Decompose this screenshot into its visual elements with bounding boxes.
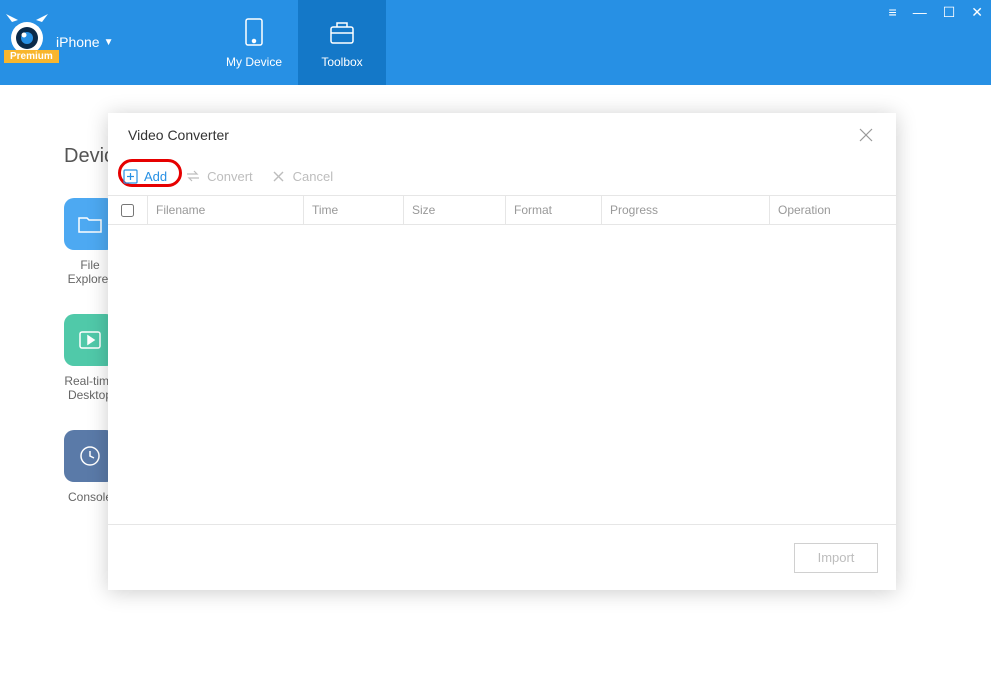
device-name: iPhone (56, 34, 100, 50)
col-filename[interactable]: Filename (148, 196, 304, 224)
tab-toolbox[interactable]: Toolbox (298, 0, 386, 85)
app-logo: Premium (4, 12, 50, 58)
col-format[interactable]: Format (506, 196, 602, 224)
dropdown-caret-icon: ▼ (104, 37, 114, 48)
col-operation[interactable]: Operation (770, 196, 880, 224)
modal-title: Video Converter (128, 127, 229, 143)
convert-icon (185, 168, 201, 184)
plus-icon (122, 168, 138, 184)
window-controls: ≡ — ☐ ✕ (889, 4, 983, 21)
tab-label: My Device (226, 55, 282, 69)
table-header: Filename Time Size Format Progress Opera… (108, 195, 896, 225)
tablet-icon (239, 17, 269, 47)
convert-button[interactable]: Convert (185, 168, 253, 184)
cancel-label: Cancel (293, 169, 333, 184)
modal-header: Video Converter (108, 113, 896, 157)
cancel-icon (271, 168, 287, 184)
video-converter-modal: Video Converter Add Convert (108, 113, 896, 590)
col-time[interactable]: Time (304, 196, 404, 224)
modal-toolbar: Add Convert Cancel (108, 157, 896, 195)
minimize-icon[interactable]: — (913, 4, 927, 21)
modal-footer: Import (108, 524, 896, 590)
import-button[interactable]: Import (794, 543, 878, 573)
table-body (108, 225, 896, 524)
tool-label: Console (68, 490, 112, 504)
toolbox-icon (327, 17, 357, 47)
select-all-checkbox[interactable] (121, 204, 134, 217)
logo-area: Premium iPhone ▼ (0, 0, 210, 85)
menu-icon[interactable]: ≡ (889, 4, 897, 21)
add-label: Add (144, 169, 167, 184)
premium-badge: Premium (4, 50, 59, 63)
col-checkbox (108, 196, 148, 224)
nav-tabs: My Device Toolbox (210, 0, 386, 85)
close-icon[interactable] (856, 125, 876, 145)
col-progress[interactable]: Progress (602, 196, 770, 224)
add-button[interactable]: Add (122, 168, 167, 184)
close-window-icon[interactable]: ✕ (971, 4, 983, 21)
cancel-button[interactable]: Cancel (271, 168, 333, 184)
maximize-icon[interactable]: ☐ (943, 4, 956, 21)
convert-label: Convert (207, 169, 253, 184)
app-header: Premium iPhone ▼ My Device (0, 0, 991, 85)
tab-my-device[interactable]: My Device (210, 0, 298, 85)
col-size[interactable]: Size (404, 196, 506, 224)
tool-label: File Explorer (68, 258, 113, 286)
tab-label: Toolbox (321, 55, 362, 69)
device-selector[interactable]: iPhone ▼ (56, 34, 114, 50)
